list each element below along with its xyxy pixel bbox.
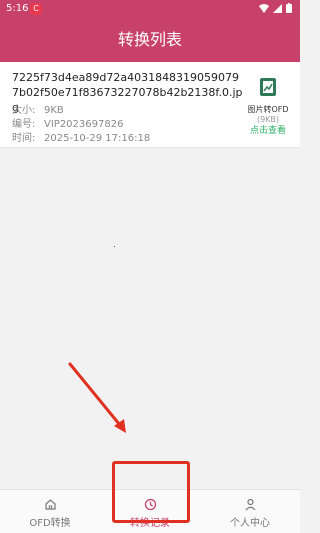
system-icons bbox=[259, 3, 292, 13]
tab-personal-center[interactable]: 个人中心 bbox=[200, 490, 300, 533]
tab-label: OFD转换 bbox=[29, 518, 71, 529]
home-icon bbox=[44, 499, 56, 510]
annotation-highlight-box bbox=[112, 461, 190, 523]
convert-size-label: (9KB) bbox=[256, 115, 280, 124]
time-label: 时间: bbox=[12, 133, 36, 144]
app-bar: 转换列表 bbox=[0, 18, 300, 62]
page-title: 转换列表 bbox=[117, 30, 182, 49]
record-size: 大小: 9KB bbox=[12, 101, 64, 116]
person-icon bbox=[245, 498, 255, 511]
convert-type-label: 图片转OFD bbox=[247, 105, 289, 114]
ofd-file-icon bbox=[260, 78, 276, 96]
annotation-arrow bbox=[68, 362, 126, 433]
view-link[interactable]: 点击查看 bbox=[244, 125, 292, 138]
record-side: 图片转OFD (9KB) 点击查看 bbox=[244, 76, 292, 138]
record-time: 时间: 2025-10-29 17:16:18 bbox=[12, 129, 150, 144]
stray-dot bbox=[114, 246, 115, 247]
time-value: 2025-10-29 17:16:18 bbox=[44, 133, 151, 144]
battery-icon bbox=[286, 3, 292, 13]
record-id: 编号: VIP2023697826 bbox=[12, 115, 123, 130]
id-label: 编号: bbox=[12, 119, 36, 130]
record-card[interactable]: 7225f73d4ea89d72a40318483190590797b02f50… bbox=[0, 62, 300, 148]
wifi-icon bbox=[259, 3, 269, 13]
app-notification-icon: C bbox=[30, 3, 42, 15]
tab-ofd-convert[interactable]: OFD转换 bbox=[0, 490, 100, 533]
status-time: 5:16 bbox=[6, 3, 29, 14]
size-label: 大小: bbox=[12, 105, 36, 116]
status-bar: 5:16 C bbox=[0, 0, 300, 18]
tab-label: 个人中心 bbox=[230, 518, 270, 529]
signal-icon bbox=[273, 3, 282, 13]
